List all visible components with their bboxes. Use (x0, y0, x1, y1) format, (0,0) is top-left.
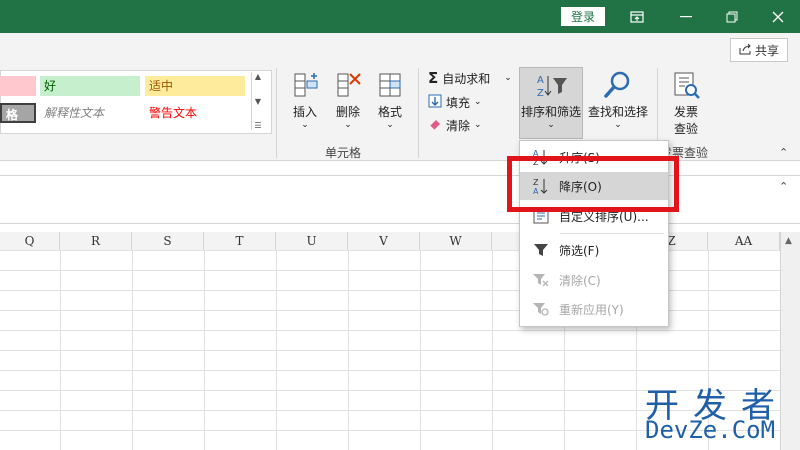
collapse-ribbon-icon[interactable]: ⌃ (779, 146, 788, 159)
insert-label: 插入 (292, 105, 317, 119)
sort-filter-label: 排序和筛选 (520, 105, 581, 119)
style-bad-cell[interactable] (0, 76, 36, 96)
style-warning-cell[interactable]: 警告文本 (145, 103, 245, 123)
invoice-label-line2: 查验 (673, 122, 698, 136)
insert-cells-icon (291, 70, 319, 103)
minimize-icon[interactable] (666, 4, 706, 29)
reapply-icon (530, 302, 552, 316)
autosum-label: 自动求和 (442, 71, 491, 86)
menu-clear-filter: 清除(C) (520, 266, 668, 294)
find-select-label: 查找和选择 (587, 105, 648, 119)
autosum-button[interactable]: Σ 自动求和 ⌄ (428, 68, 512, 88)
column-header-q[interactable]: Q (0, 232, 60, 250)
chevron-down-icon: ⌄ (504, 73, 512, 83)
invoice-icon (671, 70, 701, 103)
scroll-up-icon[interactable]: ▲ (785, 236, 792, 246)
formula-bar[interactable] (0, 175, 800, 224)
chevron-down-icon: ⌄ (301, 120, 309, 130)
menu-filter-label: 筛选(F) (559, 243, 600, 258)
format-cells-icon (376, 70, 404, 103)
highlight-annotation (507, 156, 679, 212)
column-header-w[interactable]: W (420, 232, 492, 250)
fill-button[interactable]: 填充 ⌄ (428, 92, 482, 112)
gallery-scroll[interactable]: ▲ ▼ ☰ (251, 72, 264, 130)
chevron-down-icon: ⌄ (474, 97, 482, 107)
column-header-v[interactable]: V (348, 232, 420, 250)
eraser-icon (428, 118, 442, 133)
style-explanatory-cell[interactable]: 解释性文本 (40, 103, 140, 123)
chevron-down-icon: ⌄ (344, 120, 352, 130)
delete-button[interactable]: 删除 ⌄ (328, 70, 368, 130)
column-header-u[interactable]: U (276, 232, 348, 250)
format-button[interactable]: 格式 ⌄ (370, 70, 410, 130)
filter-icon (530, 243, 552, 257)
share-button[interactable]: 共享 (730, 38, 788, 62)
column-header-s[interactable]: S (132, 232, 204, 250)
clear-label: 清除 (446, 118, 471, 133)
chevron-down-icon: ⌄ (474, 120, 482, 130)
invoice-verify-button[interactable]: 发票 查验 (664, 70, 708, 137)
style-good-cell[interactable]: 好 (40, 76, 140, 96)
style-neutral-cell[interactable]: 适中 (145, 76, 245, 96)
menu-clear-filter-label: 清除(C) (559, 273, 601, 288)
fill-label: 填充 (446, 95, 471, 110)
close-icon[interactable] (758, 4, 798, 29)
login-button[interactable]: 登录 (561, 7, 605, 26)
menu-divider (560, 233, 664, 234)
collapse-formula-icon[interactable]: ⌃ (779, 180, 788, 193)
clear-button[interactable]: 清除 ⌄ (428, 115, 482, 135)
chevron-down-icon: ⌄ (547, 120, 555, 130)
gallery-down-icon[interactable]: ▼ (255, 97, 261, 106)
delete-label: 删除 (335, 105, 360, 119)
ribbon-separator (276, 68, 277, 158)
chevron-down-icon: ⌄ (386, 120, 394, 130)
share-icon (739, 43, 752, 58)
ribbon-display-options-icon[interactable] (617, 4, 657, 29)
style-check-cell[interactable]: 格 (0, 103, 36, 123)
magnifier-icon (603, 70, 633, 103)
menu-reapply: 重新应用(Y) (520, 295, 668, 323)
find-select-button[interactable]: 查找和选择 ⌄ (585, 70, 651, 130)
ribbon-separator (418, 68, 419, 158)
restore-icon[interactable] (712, 4, 752, 29)
column-header-t[interactable]: T (204, 232, 276, 250)
menu-reapply-label: 重新应用(Y) (559, 302, 624, 317)
chevron-down-icon: ⌄ (614, 120, 622, 130)
cells-group-label: 单元格 (325, 146, 362, 160)
column-header-r[interactable]: R (60, 232, 132, 250)
watermark-line2: DevZe.CoM (645, 416, 776, 444)
invoice-label-line1: 发票 (673, 105, 698, 119)
insert-button[interactable]: 插入 ⌄ (285, 70, 325, 130)
svg-text:A: A (537, 75, 544, 86)
svg-text:Z: Z (537, 88, 544, 99)
sort-filter-icon: AZ (534, 72, 568, 103)
gallery-up-icon[interactable]: ▲ (255, 72, 261, 81)
sigma-icon: Σ (428, 69, 439, 87)
sort-filter-button[interactable]: AZ 排序和筛选 ⌄ (519, 67, 583, 139)
column-header-aa[interactable]: AA (708, 232, 780, 250)
gallery-more-icon[interactable]: ☰ (254, 121, 261, 130)
fill-down-icon (428, 94, 442, 111)
format-label: 格式 (377, 105, 402, 119)
menu-filter[interactable]: 筛选(F) (520, 236, 668, 264)
clear-filter-icon (530, 273, 552, 287)
share-label: 共享 (754, 43, 779, 58)
delete-cells-icon (334, 70, 362, 103)
